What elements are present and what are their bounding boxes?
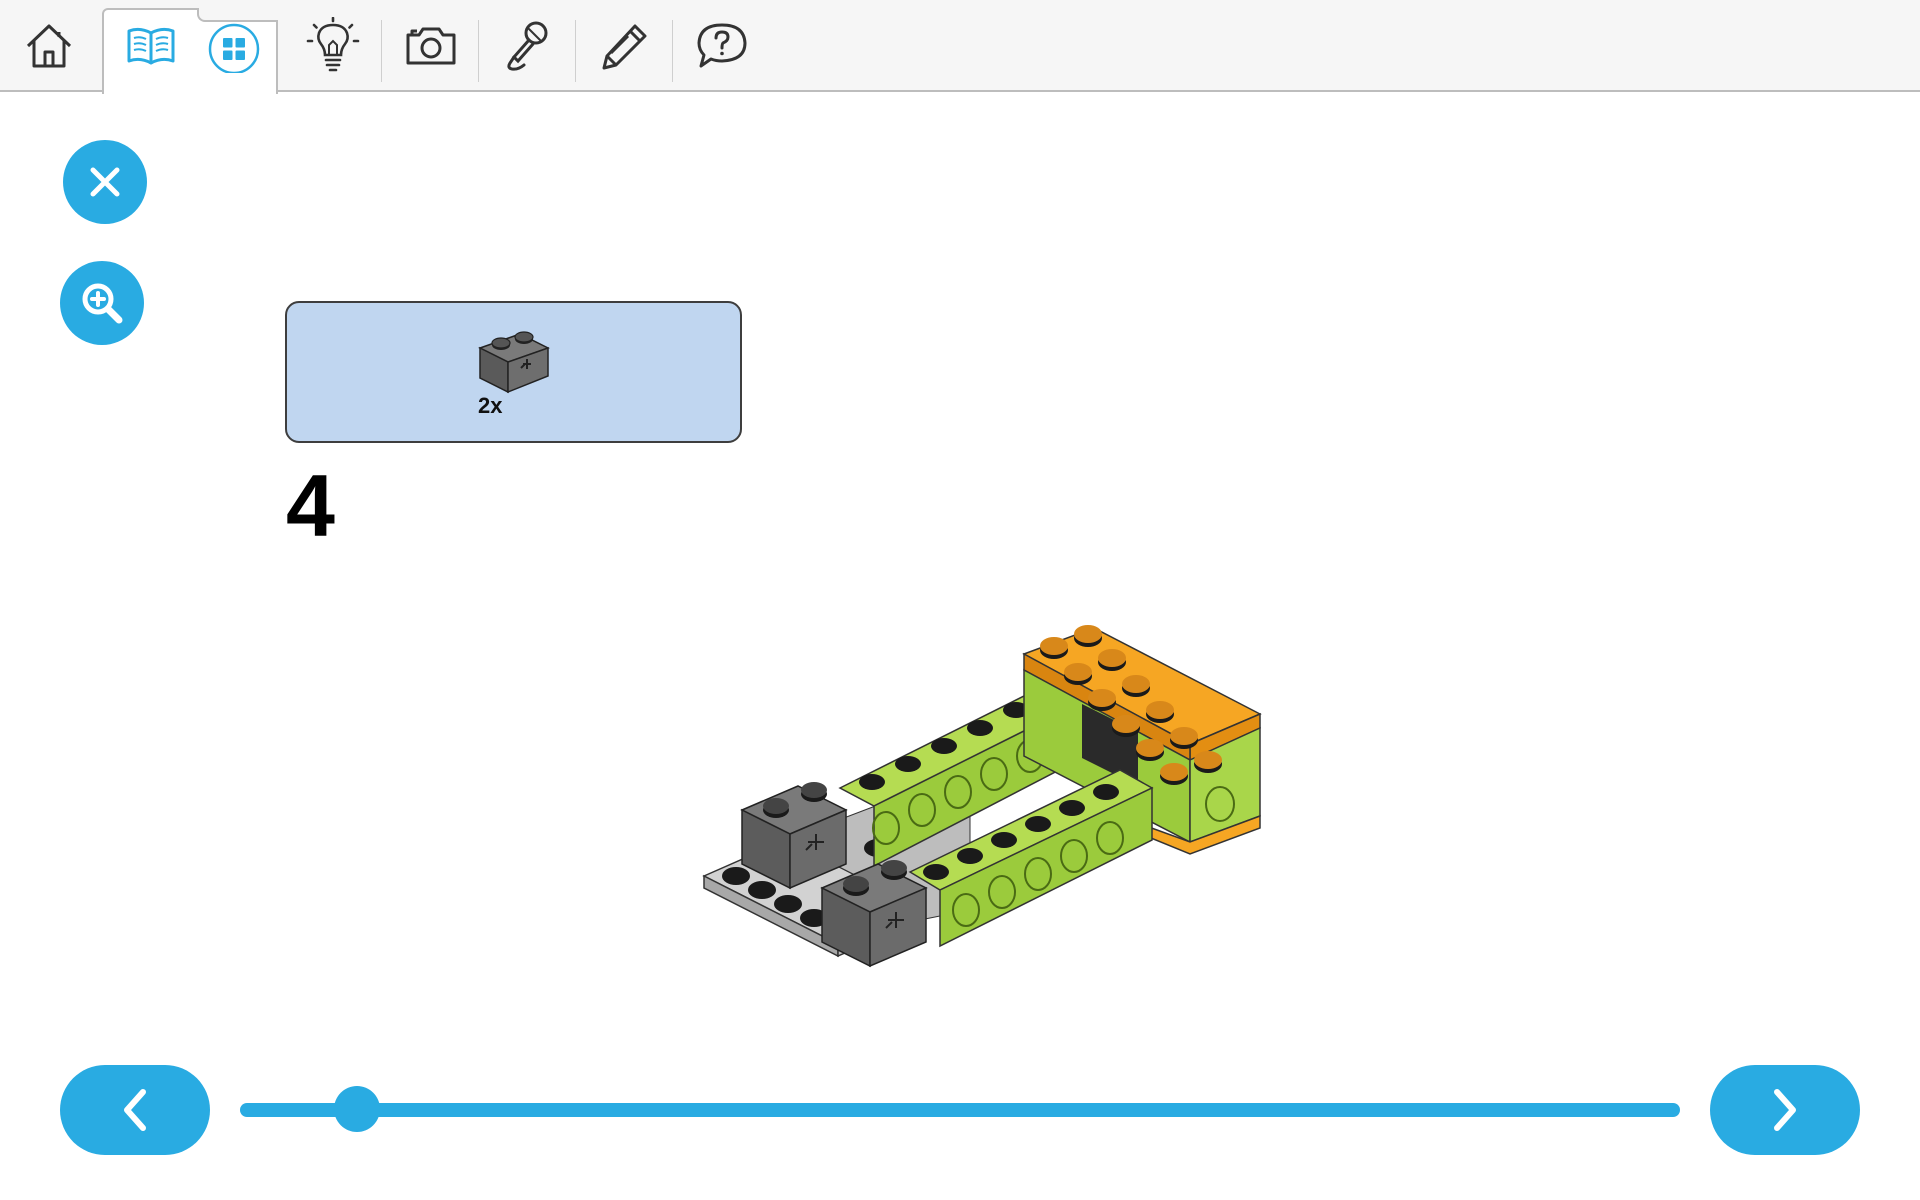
camera-icon: [406, 27, 456, 65]
camera-button[interactable]: [396, 0, 466, 92]
zoom-in-button[interactable]: [60, 261, 144, 345]
step-progress-slider[interactable]: [240, 1103, 1680, 1117]
chevron-left-icon: [124, 1089, 146, 1131]
toolbar-separator: [478, 20, 479, 82]
open-book-icon: [127, 27, 175, 65]
home-button[interactable]: [14, 0, 84, 92]
technic-brick-part-image: [478, 331, 550, 394]
grid-icon: [208, 23, 260, 73]
question-bubble-icon: [697, 23, 747, 68]
lightbulb-icon: [306, 17, 360, 72]
record-button[interactable]: [492, 0, 562, 92]
top-toolbar: [0, 0, 1920, 94]
close-icon: [90, 167, 120, 197]
overview-grid-button[interactable]: [204, 0, 264, 92]
model-assembly-illustration: [702, 625, 1262, 968]
toolbar-separator: [575, 20, 576, 82]
chevron-right-icon: [1774, 1089, 1796, 1131]
zoom-in-icon: [82, 283, 123, 324]
home-icon: [26, 24, 72, 68]
document-button[interactable]: [590, 0, 660, 92]
next-step-button[interactable]: [1710, 1065, 1860, 1155]
toolbar-separator: [381, 20, 382, 82]
toolbar-separator: [672, 20, 673, 82]
step-number: 4: [286, 456, 335, 555]
microphone-icon: [507, 21, 548, 71]
step-progress-thumb[interactable]: [333, 1086, 380, 1132]
pencil-icon: [602, 24, 647, 70]
close-button[interactable]: [63, 140, 147, 224]
ideas-button[interactable]: [300, 0, 366, 92]
part-quantity: 2x: [478, 393, 503, 418]
help-button[interactable]: [686, 0, 758, 92]
instructions-button[interactable]: [118, 0, 184, 92]
previous-step-button[interactable]: [60, 1065, 210, 1155]
